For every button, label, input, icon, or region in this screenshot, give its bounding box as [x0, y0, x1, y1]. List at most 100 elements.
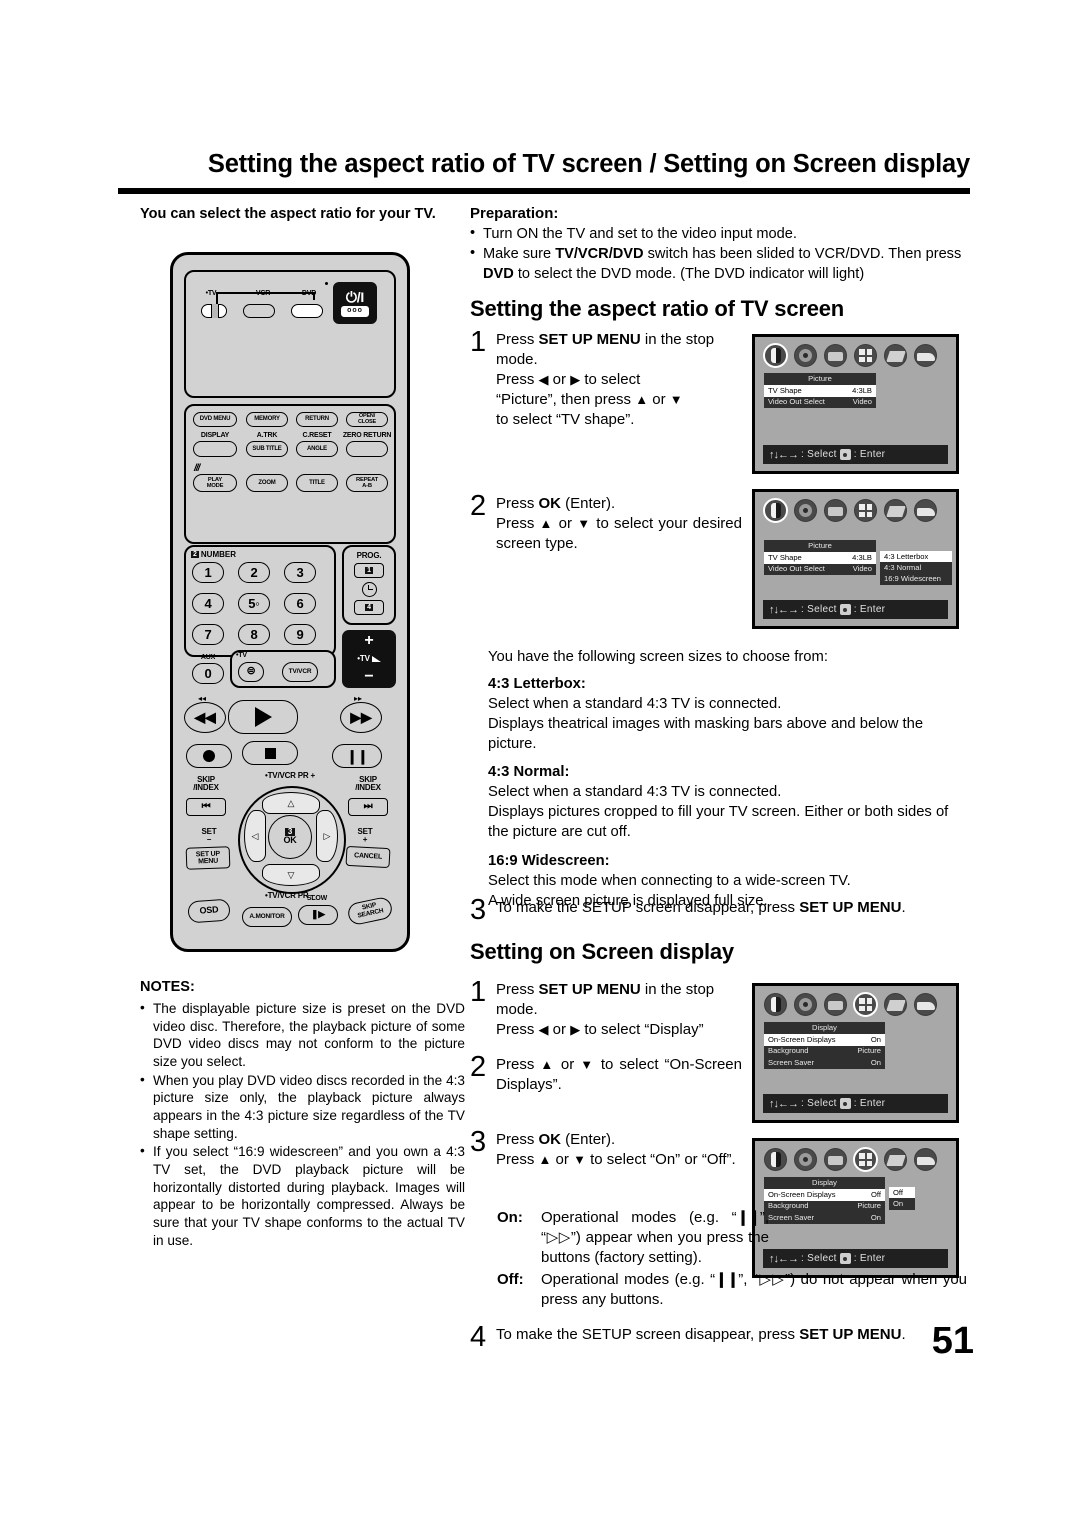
- submenu-option[interactable]: Off: [889, 1187, 915, 1199]
- menu-title: Display: [812, 1023, 837, 1032]
- menu-item-video-out[interactable]: Video Out Select Video: [764, 397, 876, 408]
- audio-icon[interactable]: [794, 993, 817, 1016]
- title-button[interactable]: TITLE: [296, 474, 338, 492]
- language-icon[interactable]: [824, 993, 847, 1016]
- zero-return-button[interactable]: [346, 441, 388, 457]
- picture-icon[interactable]: [763, 343, 788, 368]
- section-1-heading: Setting the aspect ratio of TV screen: [470, 296, 845, 321]
- others-icon[interactable]: [914, 993, 937, 1016]
- parental-icon[interactable]: [884, 993, 907, 1016]
- set-up-menu-button[interactable]: SET UP MENU: [185, 846, 231, 870]
- open-close-button[interactable]: OPEN/CLOSE: [346, 412, 388, 427]
- submenu-option[interactable]: 16:9 Widescreen: [880, 574, 952, 585]
- cancel-button[interactable]: CANCEL: [345, 845, 391, 869]
- others-icon[interactable]: [914, 1148, 937, 1171]
- tv-help-bar: ↑↓←→: Select: Enter: [763, 600, 948, 619]
- language-icon[interactable]: [824, 344, 847, 367]
- display-icon[interactable]: [854, 344, 877, 367]
- parental-icon[interactable]: [884, 344, 907, 367]
- parental-icon[interactable]: [884, 1148, 907, 1171]
- prog-button-1[interactable]: 1: [354, 563, 384, 578]
- section2-step-4: 4 To make the SETUP screen disappear, pr…: [470, 1323, 970, 1352]
- number-button-8[interactable]: 8: [238, 624, 270, 645]
- menu-item-tv-shape[interactable]: TV Shape 4:3LB: [764, 385, 876, 397]
- menu-item-background[interactable]: Background Picture: [764, 1046, 885, 1057]
- memory-button[interactable]: MEMORY: [246, 412, 288, 427]
- angle-button[interactable]: ANGLE: [296, 441, 338, 457]
- stop-button[interactable]: [242, 741, 298, 765]
- play-mode-button[interactable]: PLAY MODE: [193, 474, 237, 492]
- tv-volume-group[interactable]: + •TV −: [342, 630, 396, 688]
- pause-button[interactable]: ❙❙: [332, 744, 382, 768]
- power-button-group[interactable]: ⏻/I ooo: [333, 282, 377, 324]
- menu-item-tv-shape[interactable]: TV Shape 4:3LB: [764, 552, 876, 564]
- number-button-1[interactable]: 1: [192, 562, 224, 583]
- dvd-button[interactable]: [291, 304, 323, 318]
- audio-icon[interactable]: [794, 1148, 817, 1171]
- menu-item-on-screen-displays[interactable]: On-Screen Displays On: [764, 1034, 885, 1046]
- power-sub-button[interactable]: ooo: [341, 305, 369, 317]
- language-icon[interactable]: [824, 499, 847, 522]
- notes-list: The displayable picture size is preset o…: [140, 999, 465, 1249]
- vcr-button[interactable]: [243, 304, 275, 318]
- submenu-option[interactable]: 4:3 Normal: [880, 562, 952, 573]
- display-icon[interactable]: [854, 499, 877, 522]
- audio-icon[interactable]: [794, 344, 817, 367]
- dpad-up-button[interactable]: △: [262, 792, 320, 814]
- number-button-9[interactable]: 9: [284, 624, 316, 645]
- others-icon[interactable]: [914, 499, 937, 522]
- fast-forward-button[interactable]: ▶▶: [340, 702, 382, 733]
- audio-icon[interactable]: [794, 499, 817, 522]
- number-button-6[interactable]: 6: [284, 593, 316, 614]
- zoom-button[interactable]: ZOOM: [246, 474, 288, 492]
- switch-slider[interactable]: [211, 304, 219, 318]
- number-button-2[interactable]: 2: [238, 562, 270, 583]
- volume-down-button[interactable]: −: [364, 668, 373, 685]
- display-button[interactable]: [193, 441, 237, 457]
- tv-input-button[interactable]: ⊜: [238, 662, 264, 682]
- skip-forward-button[interactable]: ⏭: [348, 798, 388, 816]
- prog-button-4[interactable]: 4: [354, 600, 384, 615]
- ok-button[interactable]: 3 OK: [268, 815, 312, 859]
- volume-up-button[interactable]: +: [364, 633, 373, 649]
- dpad-down-button[interactable]: ▽: [262, 864, 320, 886]
- submenu-option[interactable]: 4:3 Letterbox: [880, 551, 952, 563]
- lead-paragraph: You can select the aspect ratio for your…: [140, 206, 436, 222]
- display-icon[interactable]: [853, 1147, 878, 1172]
- number-button-5[interactable]: 5◦: [238, 593, 270, 614]
- number-button-7[interactable]: 7: [192, 624, 224, 645]
- menu-item-on-screen-displays[interactable]: On-Screen Displays Off: [764, 1189, 885, 1201]
- dpad-left-button[interactable]: ◁: [244, 810, 266, 862]
- atrk-label: A.TRK: [256, 432, 278, 439]
- record-button[interactable]: [186, 744, 232, 768]
- repeat-ab-button[interactable]: REPEAT A-B: [346, 474, 388, 492]
- page-title: Setting the aspect ratio of TV screen / …: [207, 150, 970, 178]
- subtitle-button[interactable]: SUB TITLE: [246, 441, 288, 457]
- menu-item-screen-saver[interactable]: Screen Saver On: [764, 1057, 885, 1068]
- number-button-3[interactable]: 3: [284, 562, 316, 583]
- a-monitor-button[interactable]: A.MONITOR: [242, 907, 292, 927]
- menu-item-video-out[interactable]: Video Out Select Video: [764, 564, 876, 575]
- slow-button[interactable]: ❚▶: [298, 905, 338, 925]
- language-icon[interactable]: [824, 1148, 847, 1171]
- rewind-button[interactable]: ◀◀: [184, 702, 226, 733]
- return-button[interactable]: RETURN: [296, 412, 338, 427]
- picture-icon[interactable]: [764, 1148, 787, 1171]
- skip-back-button[interactable]: ⏮: [186, 798, 226, 816]
- picture-icon[interactable]: [764, 993, 787, 1016]
- picture-icon[interactable]: [763, 498, 788, 523]
- parental-icon[interactable]: [884, 499, 907, 522]
- dpad-right-button[interactable]: ▷: [316, 810, 338, 862]
- play-button[interactable]: [228, 700, 298, 734]
- power-dot-marker: [325, 282, 328, 285]
- others-icon[interactable]: [914, 344, 937, 367]
- number-button-0[interactable]: 0: [192, 663, 224, 684]
- dpad-arrows-glyph: ↑↓←→: [769, 448, 799, 461]
- display-icon[interactable]: [853, 992, 878, 1017]
- prog-badge-4: 4: [364, 603, 374, 612]
- tv-vcr-button[interactable]: TV/VCR: [282, 662, 318, 682]
- number-button-4[interactable]: 4: [192, 593, 224, 614]
- dvd-menu-button[interactable]: DVD MENU: [193, 412, 237, 427]
- osd-button[interactable]: OSD: [187, 898, 231, 924]
- step-text: Press SET UP MENU in the stop mode. Pres…: [496, 331, 715, 428]
